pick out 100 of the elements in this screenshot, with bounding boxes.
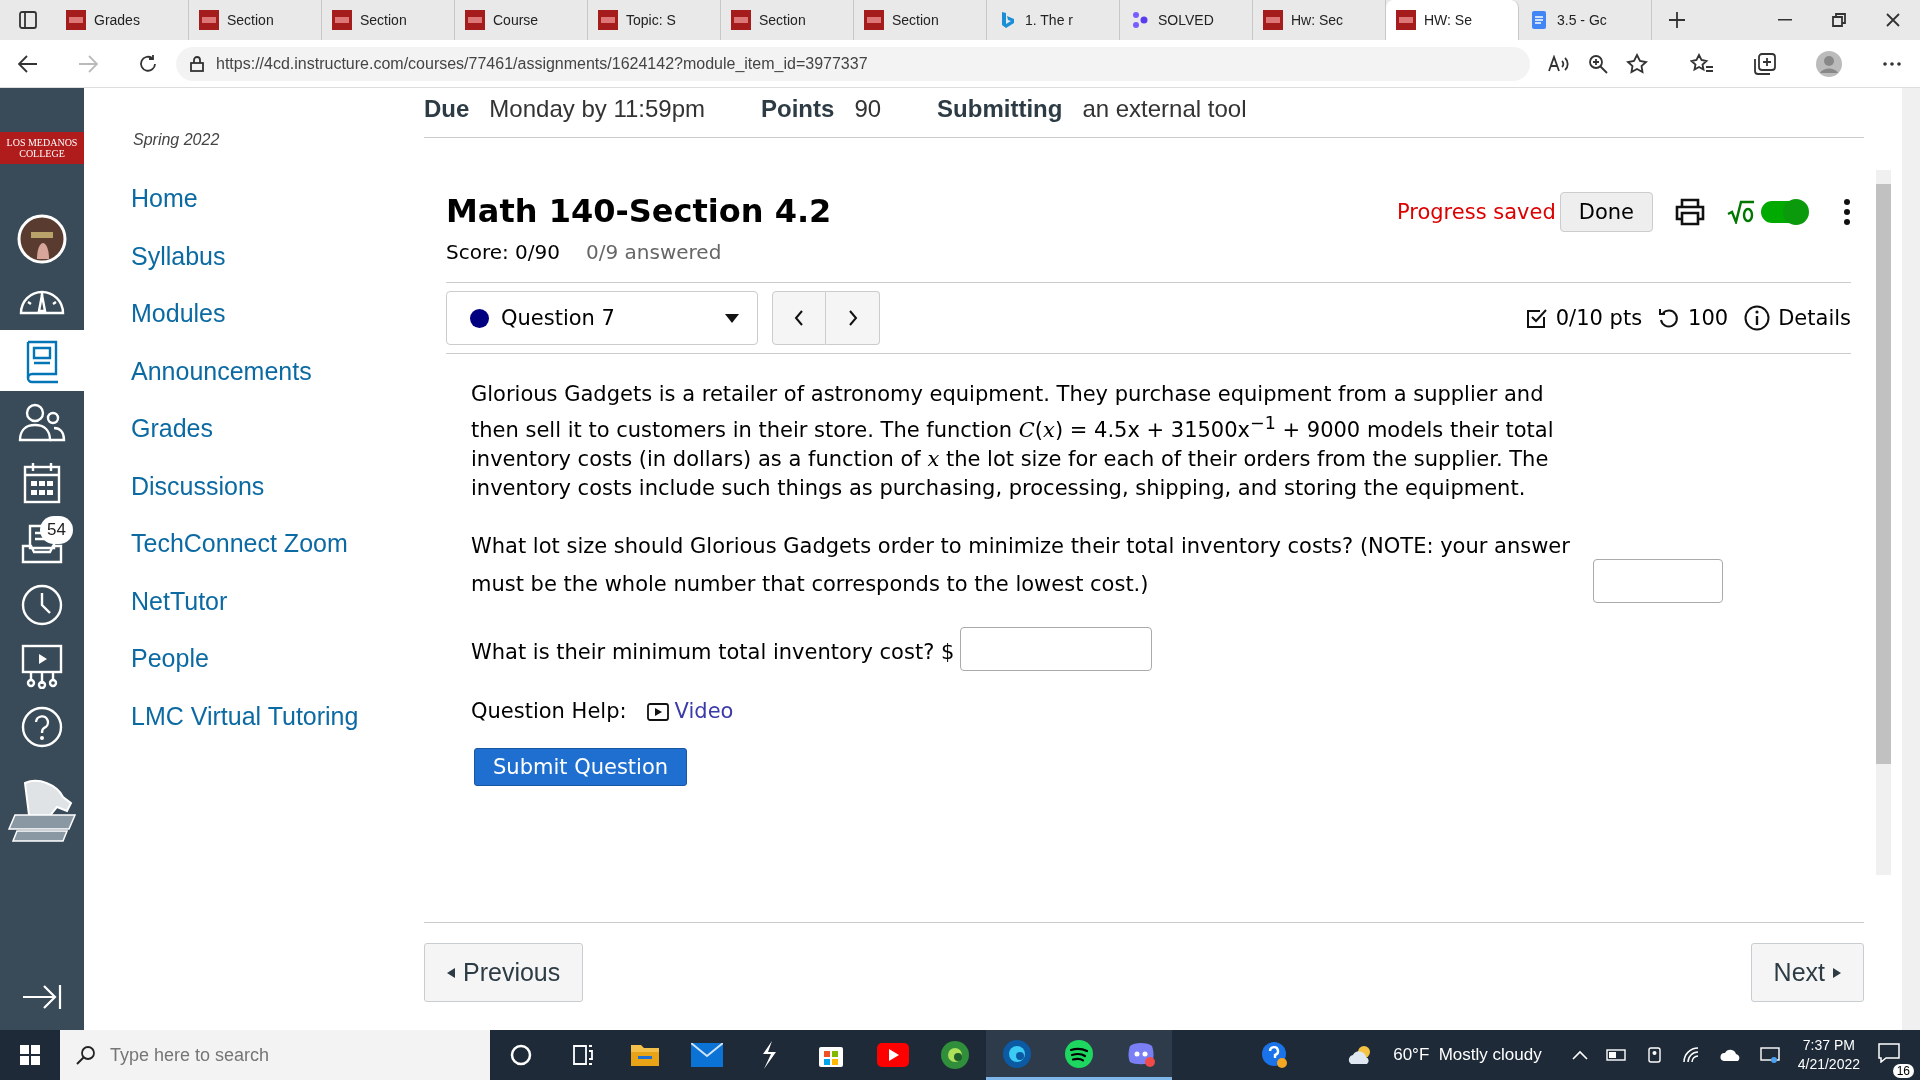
answer-field[interactable] <box>1593 559 1723 603</box>
play-icon[interactable] <box>877 1043 909 1067</box>
taskbar-search-field[interactable]: Type here to search <box>60 1030 490 1080</box>
restore-icon[interactable] <box>1832 13 1846 27</box>
college-logo[interactable]: LOS MEDANOS COLLEGE <box>0 132 84 164</box>
back-icon[interactable] <box>18 54 38 73</box>
term-label: Spring 2022 <box>133 131 221 149</box>
calendar-icon[interactable] <box>22 460 62 505</box>
previous-button[interactable]: Previous <box>424 943 584 1002</box>
browser-tab[interactable]: HW: Se <box>1386 0 1519 40</box>
read-aloud-icon[interactable] <box>1548 54 1570 73</box>
college-favicon-icon <box>731 10 751 30</box>
question-dropdown[interactable]: Question 7 <box>446 291 758 345</box>
circle-icon[interactable] <box>509 1043 533 1067</box>
meta-value: Monday by 11:59pm <box>489 95 706 123</box>
avatar-icon[interactable] <box>17 213 67 264</box>
undo-icon <box>1658 307 1681 329</box>
refresh-icon[interactable] <box>138 53 158 74</box>
cloud-icon[interactable] <box>1719 1048 1742 1062</box>
help-app-icon[interactable] <box>1261 1041 1290 1069</box>
address-bar[interactable]: https://4cd.instructure.com/courses/77461/assignments/1624142?module_item_id=3977337 <box>176 46 1530 81</box>
camera-icon[interactable] <box>1645 1046 1664 1064</box>
mail-icon[interactable] <box>691 1043 723 1067</box>
math-toggle[interactable] <box>1761 201 1807 223</box>
display-icon[interactable] <box>1759 1046 1780 1064</box>
college-favicon-icon <box>1263 10 1283 30</box>
caret-icon <box>725 313 739 323</box>
weather-text[interactable]: 60°F Mostly cloudy <box>1393 1045 1542 1065</box>
collapse-icon[interactable] <box>22 984 62 1010</box>
course-nav-link[interactable]: Announcements <box>131 356 422 414</box>
meta-value: an external tool <box>1082 95 1247 123</box>
chevron-up-icon[interactable] <box>1571 1050 1588 1060</box>
collections-icon[interactable] <box>1754 52 1776 75</box>
presentation-icon[interactable] <box>19 642 65 689</box>
minimize-icon[interactable] <box>1778 19 1792 21</box>
meta-value: 90 <box>854 95 882 123</box>
help-label: Question Help: <box>471 698 627 725</box>
info-icon <box>1744 305 1771 331</box>
college-favicon-icon <box>1396 10 1416 30</box>
submit-button[interactable]: Submit Question <box>474 748 688 786</box>
spotify-icon[interactable] <box>1064 1038 1094 1069</box>
more-icon[interactable] <box>1882 60 1902 67</box>
favorite-add-icon[interactable] <box>1626 52 1648 75</box>
tab-actions-icon[interactable] <box>19 11 37 29</box>
checkbox-icon <box>1525 307 1548 329</box>
meta-label: Submitting <box>937 95 1063 123</box>
more-icon[interactable] <box>1843 198 1851 226</box>
next-button[interactable]: Next <box>1750 943 1864 1002</box>
swirl-icon[interactable] <box>940 1040 970 1070</box>
attempts-text: 100 <box>1688 306 1729 330</box>
square-root-icon[interactable] <box>1727 200 1755 224</box>
question-prompt: What lot size should Glorious Gadgets order to minimize their total inventory costs? (NOTE: your answer must be the whole number that corresponds to the lowest cost.) <box>471 533 1571 598</box>
close-icon[interactable] <box>1886 13 1900 27</box>
college-favicon-icon <box>66 10 86 30</box>
folder-icon[interactable] <box>630 1042 660 1068</box>
college-favicon-icon <box>864 10 884 30</box>
clock-date[interactable]: 4/21/2022 <box>1797 1055 1860 1074</box>
search-icon <box>76 1045 96 1065</box>
people-icon[interactable] <box>17 401 67 442</box>
new-tab-icon[interactable] <box>1668 11 1686 29</box>
clock-icon[interactable] <box>20 582 64 627</box>
college-favicon-icon <box>199 10 219 30</box>
caret-left-icon <box>447 967 455 978</box>
video-icon <box>646 702 669 721</box>
course-nav-link[interactable]: Grades <box>131 414 422 472</box>
course-nav-link[interactable]: NetTutor <box>131 586 422 644</box>
caret-right-icon <box>1833 967 1841 978</box>
done-button[interactable]: Done <box>1559 192 1653 232</box>
print-icon[interactable] <box>1675 198 1705 226</box>
chevron-right-icon <box>847 310 858 326</box>
course-nav-link[interactable]: Discussions <box>131 471 422 529</box>
quiz-title: Math 140-Section 4.2 <box>446 192 832 230</box>
profile-icon[interactable] <box>1816 50 1842 77</box>
favorites-icon[interactable] <box>1690 52 1714 75</box>
question-prompt: What is their minimum total inventory cost? $ <box>471 639 955 666</box>
windows-start-icon[interactable] <box>20 1045 40 1065</box>
zoom-icon[interactable] <box>1588 53 1608 74</box>
help-icon[interactable] <box>20 704 64 749</box>
course-nav-link[interactable]: Modules <box>131 299 422 357</box>
scrollbar[interactable] <box>1876 170 1891 875</box>
page-scrollbar[interactable] <box>1902 88 1920 1030</box>
task-view-icon[interactable] <box>571 1043 595 1067</box>
clock-time[interactable]: 7:37 PM <box>1802 1036 1855 1055</box>
course-nav-link[interactable]: Syllabus <box>131 241 422 299</box>
answer-field[interactable] <box>960 627 1153 671</box>
points-text: 0/10 pts <box>1555 306 1643 330</box>
course-nav-link[interactable]: People <box>131 644 422 702</box>
unread-badge: 54 <box>40 516 73 544</box>
details-button[interactable]: Details <box>1744 305 1851 331</box>
swirl-icon[interactable] <box>1002 1038 1032 1069</box>
video-link[interactable]: Video <box>646 697 734 726</box>
course-nav-link[interactable]: Home <box>131 184 422 242</box>
battery-icon[interactable] <box>1605 1049 1628 1061</box>
college-favicon-icon <box>332 10 352 30</box>
save-status: Progress saved <box>1396 200 1556 224</box>
course-nav-link[interactable]: TechConnect Zoom <box>131 529 422 587</box>
course-nav-link[interactable]: LMC Virtual Tutoring <box>131 701 422 759</box>
lock-icon[interactable] <box>190 55 204 72</box>
notification-icon[interactable] <box>1878 1042 1900 1063</box>
college-favicon-icon <box>598 10 618 30</box>
